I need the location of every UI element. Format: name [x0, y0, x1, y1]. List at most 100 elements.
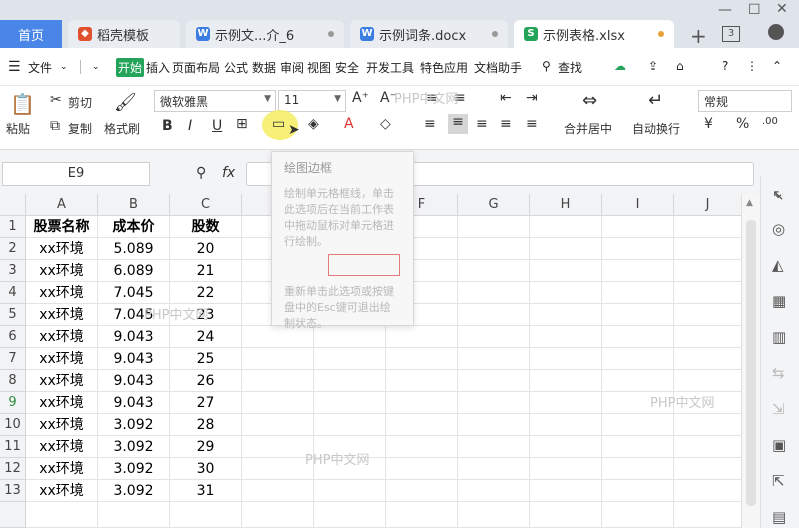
column-header[interactable]: A: [26, 194, 98, 216]
table-header-cell[interactable]: 股票名称: [26, 216, 98, 238]
indent-decrease-icon[interactable]: ⇤: [500, 90, 512, 106]
cell-shares[interactable]: 31: [170, 480, 242, 502]
font-size-select[interactable]: 11 ▼: [278, 90, 346, 112]
empty-cell[interactable]: [314, 502, 386, 528]
cell-shares[interactable]: 25: [170, 348, 242, 370]
empty-cell[interactable]: [674, 458, 742, 480]
empty-cell[interactable]: [530, 392, 602, 414]
vertical-scrollbar[interactable]: ▲: [741, 194, 760, 528]
cell-stock-name[interactable]: xx环境: [26, 260, 98, 282]
cloud-sync-icon[interactable]: ☁: [614, 59, 626, 73]
empty-cell[interactable]: [386, 392, 458, 414]
empty-cell[interactable]: [458, 326, 530, 348]
italic-icon[interactable]: I: [188, 118, 192, 134]
empty-cell[interactable]: [386, 414, 458, 436]
cell-shares[interactable]: 30: [170, 458, 242, 480]
cell-cost-price[interactable]: 3.092: [98, 458, 170, 480]
row-header[interactable]: 10: [0, 414, 26, 436]
empty-cell[interactable]: [314, 414, 386, 436]
row-header[interactable]: 6: [0, 326, 26, 348]
font-name-select[interactable]: 微软雅黑 ▼: [154, 90, 276, 112]
empty-cell[interactable]: [386, 348, 458, 370]
merge-center-icon[interactable]: ⇔: [582, 90, 597, 111]
cell-stock-name[interactable]: xx环境: [26, 458, 98, 480]
tab-document-2[interactable]: W 示例词条.docx: [350, 20, 508, 48]
cell-cost-price[interactable]: 9.043: [98, 326, 170, 348]
column-header[interactable]: I: [602, 194, 674, 216]
bold-icon[interactable]: B: [162, 118, 173, 134]
copy-button[interactable]: 复制: [68, 120, 92, 137]
share-export-icon[interactable]: ⇱: [772, 472, 785, 490]
indent-increase-icon[interactable]: ⇥: [526, 90, 538, 106]
fill-color-icon[interactable]: ◈: [308, 116, 319, 132]
column-header[interactable]: H: [530, 194, 602, 216]
cell-shares[interactable]: 24: [170, 326, 242, 348]
percent-icon[interactable]: %: [736, 116, 749, 132]
column-header[interactable]: C: [170, 194, 242, 216]
pin-icon[interactable]: ⇲: [772, 400, 785, 418]
help-icon[interactable]: ?: [722, 59, 728, 73]
table-header-cell[interactable]: 成本价: [98, 216, 170, 238]
empty-cell[interactable]: [602, 260, 674, 282]
cell-stock-name[interactable]: xx环境: [26, 370, 98, 392]
empty-cell[interactable]: [386, 480, 458, 502]
empty-cell[interactable]: [674, 370, 742, 392]
chevron-down-icon[interactable]: ⌄: [92, 62, 100, 72]
border-icon[interactable]: ⊞: [236, 116, 248, 132]
empty-cell[interactable]: [674, 436, 742, 458]
empty-cell[interactable]: [530, 370, 602, 392]
empty-cell[interactable]: [458, 502, 530, 528]
row-header[interactable]: 13: [0, 480, 26, 502]
scrollbar-thumb[interactable]: [746, 220, 756, 506]
cell-stock-name[interactable]: xx环境: [26, 238, 98, 260]
row-header[interactable]: 8: [0, 370, 26, 392]
empty-cell[interactable]: [458, 348, 530, 370]
tab-template[interactable]: ◆ 稻壳模板: [68, 20, 180, 48]
avatar[interactable]: [768, 24, 784, 40]
empty-cell[interactable]: [242, 458, 314, 480]
cell-cost-price[interactable]: 9.043: [98, 348, 170, 370]
empty-cell[interactable]: [530, 458, 602, 480]
cell-shares[interactable]: 20: [170, 238, 242, 260]
minimize-icon[interactable]: —: [718, 2, 732, 18]
cell-stock-name[interactable]: xx环境: [26, 348, 98, 370]
justify-icon[interactable]: ≡: [500, 116, 512, 132]
empty-cell[interactable]: [530, 348, 602, 370]
empty-cell[interactable]: [602, 436, 674, 458]
wrap-text-icon[interactable]: ↵: [648, 90, 663, 111]
window-count-badge[interactable]: 3: [722, 26, 740, 42]
shapes-icon[interactable]: ◎: [772, 220, 785, 238]
row-header[interactable]: 11: [0, 436, 26, 458]
empty-cell[interactable]: [458, 304, 530, 326]
maximize-icon[interactable]: ☐: [748, 2, 761, 18]
draw-border-icon[interactable]: ▭: [272, 116, 285, 132]
empty-cell[interactable]: [386, 370, 458, 392]
font-color-icon[interactable]: A: [344, 116, 354, 132]
cell-stock-name[interactable]: xx环境: [26, 414, 98, 436]
menu-features[interactable]: 特色应用: [420, 59, 468, 76]
empty-cell[interactable]: [530, 480, 602, 502]
toolbar-icon[interactable]: ⌂: [676, 59, 684, 73]
menu-home[interactable]: 开始: [116, 58, 145, 77]
clear-format-icon[interactable]: ◇: [380, 116, 391, 132]
empty-cell[interactable]: [674, 326, 742, 348]
cell-cost-price[interactable]: 7.045: [98, 282, 170, 304]
empty-cell[interactable]: [530, 238, 602, 260]
cell-cost-price[interactable]: 6.089: [98, 260, 170, 282]
empty-cell[interactable]: [602, 348, 674, 370]
row-header[interactable]: 7: [0, 348, 26, 370]
chevron-down-icon[interactable]: ⌄: [60, 62, 68, 72]
empty-cell[interactable]: [386, 502, 458, 528]
select-tool-icon[interactable]: ↖: [772, 186, 785, 204]
wrap-text-button[interactable]: 自动换行: [632, 120, 680, 137]
column-header[interactable]: G: [458, 194, 530, 216]
empty-cell[interactable]: [530, 304, 602, 326]
cell-stock-name[interactable]: xx环境: [26, 304, 98, 326]
empty-cell[interactable]: [314, 348, 386, 370]
empty-cell[interactable]: [314, 392, 386, 414]
empty-cell[interactable]: [530, 282, 602, 304]
empty-cell[interactable]: [26, 502, 98, 528]
underline-icon[interactable]: U: [212, 118, 222, 134]
cell-shares[interactable]: 28: [170, 414, 242, 436]
empty-cell[interactable]: [458, 436, 530, 458]
